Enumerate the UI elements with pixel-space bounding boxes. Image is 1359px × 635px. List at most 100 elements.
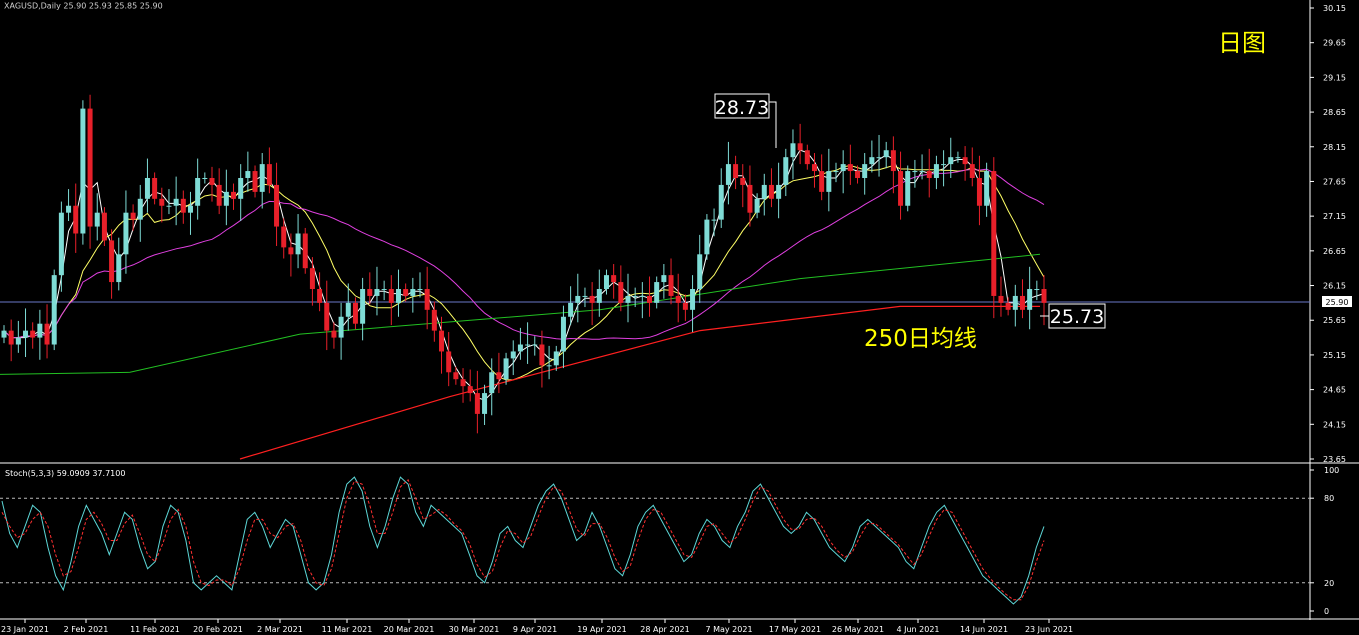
candle-body [675, 295, 681, 303]
candle-body [1034, 289, 1040, 291]
time-tick-label: 2 Feb 2021 [64, 625, 109, 634]
candle-body [1005, 302, 1011, 310]
candle-body [245, 171, 251, 178]
time-tick-label: 23 Jun 2021 [1025, 625, 1073, 634]
candle-body [453, 372, 459, 380]
candle-body [510, 351, 516, 359]
ma-fast-line [3, 149, 1045, 401]
candle-body [704, 219, 710, 255]
stochastic-panel [0, 476, 1310, 605]
candle-body [948, 157, 954, 165]
time-tick-label: 19 Apr 2021 [577, 625, 626, 634]
candle-body [252, 171, 258, 192]
time-tick-label: 11 Feb 2021 [130, 625, 180, 634]
candle-body [754, 198, 760, 213]
candles [1, 94, 1047, 434]
candle-body [80, 108, 86, 234]
candle-body [238, 177, 244, 199]
candle-body [625, 295, 631, 303]
stoch-main-line [1, 476, 1045, 605]
time-tick-label: 26 May 2021 [832, 625, 884, 634]
candle-body [58, 212, 64, 276]
candle-body [969, 164, 975, 178]
candle-body [274, 184, 280, 227]
candle-body [8, 330, 14, 345]
candle-body [1041, 289, 1047, 303]
candle-body [467, 386, 473, 394]
ma250-label: 250日均线 [864, 326, 977, 352]
candle-body [302, 233, 308, 269]
candle-body [603, 275, 609, 290]
candle-body [503, 358, 509, 380]
stoch-tick-label: 0 [1324, 607, 1329, 616]
candle-body [517, 344, 523, 352]
candle-body [697, 254, 703, 290]
candle-body [266, 164, 272, 185]
time-tick-label: 11 Mar 2021 [322, 625, 373, 634]
candle-body [661, 275, 667, 283]
candle-body [733, 164, 739, 178]
time-tick-label: 14 Jun 2021 [960, 625, 1008, 634]
candle-body [926, 171, 932, 178]
time-tick-label: 20 Feb 2021 [193, 625, 243, 634]
time-tick-label: 4 Jun 2021 [896, 625, 939, 634]
price-tick-label: 29.65 [1323, 39, 1346, 48]
candle-body [869, 157, 875, 165]
candle-body [883, 150, 889, 158]
candle-body [123, 212, 129, 255]
candle-body [1012, 295, 1018, 310]
candle-body [826, 171, 832, 192]
candle-body [367, 289, 373, 296]
candle-body [690, 289, 696, 310]
candle-body [776, 184, 782, 199]
candle-body [898, 171, 904, 206]
stoch-tick-label: 100 [1324, 466, 1339, 475]
candle-body [539, 344, 545, 366]
price-tick-label: 24.65 [1323, 386, 1346, 395]
time-tick-label: 17 May 2021 [769, 625, 821, 634]
candle-body [747, 184, 753, 213]
time-tick-label: 23 Jan 2021 [1, 625, 49, 634]
candle-body [410, 289, 416, 296]
candle-body [489, 372, 495, 394]
candle-body [668, 275, 674, 296]
candle-body [460, 379, 466, 387]
price-tick-label: 28.15 [1323, 143, 1346, 152]
time-tick-label: 9 Apr 2021 [513, 625, 557, 634]
price-chart[interactable]: 30.15 29.65 29.15 28.65 28.15 27.65 27.15 26.65… [0, 0, 1359, 635]
candle-body [912, 171, 918, 173]
candle-body [740, 177, 746, 185]
candle-body [137, 198, 143, 220]
candle-body [180, 198, 186, 213]
symbol-header: XAGUSD,Daily 25.90 25.93 25.85 25.90 [4, 2, 163, 11]
candle-body [202, 177, 208, 179]
candle-body [496, 372, 502, 380]
candle-body [144, 177, 150, 199]
price-tick-label: 25.65 [1323, 316, 1346, 325]
candle-body [811, 164, 817, 172]
candle-body [281, 226, 287, 248]
candle-body [546, 365, 552, 367]
candle-body [352, 302, 358, 324]
candle-body [130, 212, 136, 220]
candle-body [474, 393, 480, 414]
candle-body [166, 205, 172, 207]
candle-body [381, 289, 387, 291]
candle-body [976, 177, 982, 206]
candle-body [890, 150, 896, 172]
candle-body [223, 191, 229, 206]
candle-body [654, 282, 660, 303]
candle-body [23, 330, 29, 338]
candle-body [568, 302, 574, 317]
price-axis: 30.15 29.65 29.15 28.65 28.15 27.65 27.15 26.65… [1310, 4, 1346, 616]
candle-body [259, 164, 265, 192]
stoch-title: Stoch(5,3,3) 59.0909 37.7100 [5, 469, 125, 478]
candle-body [309, 268, 315, 290]
candle-body [711, 219, 717, 221]
candle-body [94, 212, 100, 227]
candle-body [525, 344, 531, 346]
candle-body [403, 289, 409, 296]
candle-body [331, 330, 337, 338]
candle-body [109, 240, 115, 283]
price-tick-label: 30.15 [1323, 4, 1346, 13]
